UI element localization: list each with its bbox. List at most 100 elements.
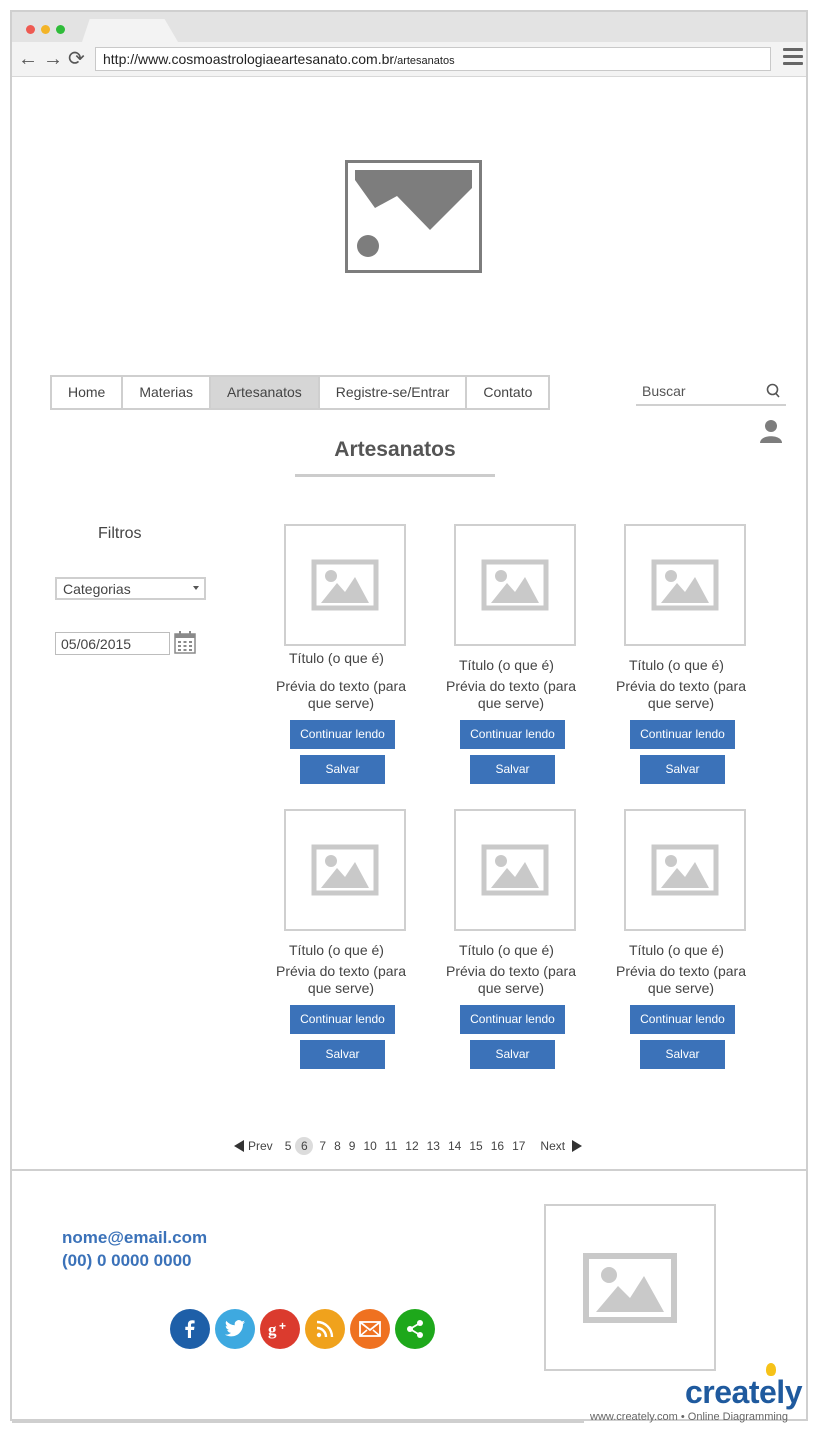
url-path: /artesanatos	[394, 55, 455, 67]
save-button[interactable]: Salvar	[300, 755, 385, 784]
page-link[interactable]: 8	[334, 1138, 341, 1154]
card-preview: Prévia do texto (para que serve)	[616, 678, 746, 711]
card-preview: Prévia do texto (para que serve)	[276, 963, 406, 996]
continue-reading-button[interactable]: Continuar lendo	[460, 720, 565, 749]
forward-arrow-icon[interactable]: →	[43, 49, 63, 69]
card-preview: Prévia do texto (para que serve)	[446, 678, 576, 711]
card-image[interactable]	[454, 524, 576, 646]
prev-arrow-icon[interactable]	[234, 1140, 244, 1152]
card-preview: Prévia do texto (para que serve)	[276, 678, 406, 711]
mail-icon[interactable]	[350, 1309, 390, 1349]
google-plus-icon[interactable]: g +	[260, 1309, 300, 1349]
nav-item-registre-se[interactable]: Registre-se/Entrar	[320, 377, 468, 408]
nav-item-artesanatos[interactable]: Artesanatos	[211, 377, 320, 408]
save-button[interactable]: Salvar	[300, 1040, 385, 1069]
card-image[interactable]	[284, 524, 406, 646]
card-image[interactable]	[284, 809, 406, 931]
continue-reading-button[interactable]: Continuar lendo	[290, 1005, 395, 1034]
card-title: Título (o que é)	[629, 942, 724, 958]
user-account-icon[interactable]	[760, 419, 782, 443]
date-field[interactable]	[55, 632, 170, 655]
image-placeholder-icon	[481, 559, 549, 611]
page-link[interactable]: 9	[349, 1138, 356, 1154]
hamburger-menu-icon[interactable]	[783, 48, 803, 69]
next-arrow-icon[interactable]	[572, 1140, 583, 1152]
creately-tagline: www.creately.com • Online Diagramming	[590, 1411, 789, 1423]
back-arrow-icon[interactable]: ←	[18, 49, 38, 69]
card-image[interactable]	[624, 809, 746, 931]
card-title: Título (o que é)	[459, 657, 554, 673]
search-icon[interactable]	[766, 383, 780, 399]
categories-select-value: Categorias	[63, 581, 131, 597]
image-placeholder-icon	[311, 559, 379, 611]
card-title: Título (o que é)	[289, 650, 384, 666]
calendar-icon[interactable]	[174, 630, 196, 654]
save-button[interactable]: Salvar	[640, 1040, 725, 1069]
footer-email[interactable]: nome@email.com	[62, 1228, 207, 1248]
save-button[interactable]: Salvar	[640, 755, 725, 784]
pagination-next[interactable]: Next	[540, 1138, 565, 1154]
minimize-window-dot[interactable]	[41, 25, 50, 34]
twitter-icon[interactable]	[215, 1309, 255, 1349]
facebook-icon[interactable]	[170, 1309, 210, 1349]
page-title: Artesanatos	[334, 438, 456, 461]
bottom-border	[12, 1421, 584, 1423]
page-link[interactable]: 12	[405, 1138, 418, 1154]
reload-icon[interactable]: ⟳	[68, 49, 85, 69]
browser-tab[interactable]	[82, 19, 178, 42]
nav-item-materias[interactable]: Materias	[123, 377, 212, 408]
card-image[interactable]	[624, 524, 746, 646]
continue-reading-button[interactable]: Continuar lendo	[290, 720, 395, 749]
svg-text:g: g	[268, 1320, 277, 1339]
url-base: http://www.cosmoastrologiaeartesanato.co…	[103, 51, 395, 67]
pagination: Prev 5 6 7 8 9 10 11 12 13 14 15 16 17 N…	[234, 1137, 583, 1155]
footer-image-placeholder	[544, 1204, 716, 1371]
page-link[interactable]: 11	[385, 1138, 397, 1154]
image-placeholder-icon	[481, 844, 549, 896]
chevron-down-icon	[193, 586, 199, 590]
card-preview: Prévia do texto (para que serve)	[446, 963, 576, 996]
page-link[interactable]: 17	[512, 1138, 525, 1154]
page-link-current[interactable]: 6	[295, 1137, 314, 1155]
hero-image-placeholder-icon	[345, 160, 482, 273]
title-underline	[295, 474, 495, 477]
nav-item-contato[interactable]: Contato	[467, 377, 548, 408]
image-placeholder-icon	[583, 1252, 677, 1323]
footer-phone: (00) 0 0000 0000	[62, 1251, 192, 1270]
continue-reading-button[interactable]: Continuar lendo	[460, 1005, 565, 1034]
share-icon[interactable]	[395, 1309, 435, 1349]
continue-reading-button[interactable]: Continuar lendo	[630, 1005, 735, 1034]
page-link[interactable]: 16	[491, 1138, 504, 1154]
page-link[interactable]: 10	[363, 1138, 376, 1154]
card-title: Título (o que é)	[459, 942, 554, 958]
save-button[interactable]: Salvar	[470, 755, 555, 784]
svg-text:+: +	[279, 1319, 286, 1333]
save-button[interactable]: Salvar	[470, 1040, 555, 1069]
nav-item-home[interactable]: Home	[52, 377, 124, 408]
card-title: Título (o que é)	[289, 942, 384, 958]
image-placeholder-icon	[651, 844, 719, 896]
image-placeholder-icon	[311, 844, 379, 896]
image-placeholder-icon	[651, 559, 719, 611]
search-input[interactable]	[636, 380, 762, 402]
search-box	[636, 380, 786, 406]
pagination-prev[interactable]: Prev	[248, 1138, 273, 1154]
card-image[interactable]	[454, 809, 576, 931]
creately-logo-text: creately	[685, 1374, 802, 1410]
page-link[interactable]: 15	[469, 1138, 482, 1154]
maximize-window-dot[interactable]	[56, 25, 65, 34]
continue-reading-button[interactable]: Continuar lendo	[630, 720, 735, 749]
address-bar[interactable]: http://www.cosmoastrologiaeartesanato.co…	[95, 47, 771, 71]
page-link[interactable]: 13	[427, 1138, 440, 1154]
page-link[interactable]: 7	[319, 1138, 326, 1154]
main-nav: Home Materias Artesanatos Registre-se/En…	[50, 375, 551, 410]
close-window-dot[interactable]	[26, 25, 35, 34]
footer-divider	[12, 1169, 808, 1171]
creately-logo: creately	[685, 1374, 802, 1411]
categories-select[interactable]: Categorias	[55, 577, 206, 600]
page-link[interactable]: 5	[285, 1138, 292, 1154]
card-preview: Prévia do texto (para que serve)	[616, 963, 746, 996]
page-link[interactable]: 14	[448, 1138, 461, 1154]
rss-icon[interactable]	[305, 1309, 345, 1349]
filters-heading: Filtros	[98, 525, 142, 542]
